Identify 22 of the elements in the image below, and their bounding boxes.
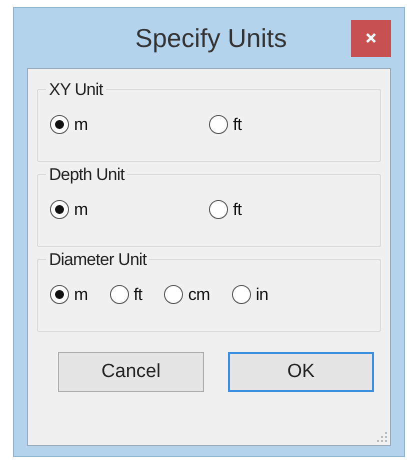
radio-button[interactable] <box>50 115 69 134</box>
resize-grip-icon <box>376 431 388 443</box>
dialog-button[interactable]: Cancel <box>58 352 204 392</box>
radio-button[interactable] <box>50 285 69 304</box>
window-title: Specify Units <box>134 22 287 54</box>
radio-button[interactable] <box>164 285 184 304</box>
radio-label: in <box>256 284 268 306</box>
radio-label: m <box>74 114 88 136</box>
radio-button[interactable] <box>209 200 228 220</box>
radio-button[interactable] <box>50 200 69 220</box>
radio-button[interactable] <box>209 115 228 134</box>
radio-label: cm <box>188 284 210 306</box>
radio-label: m <box>74 199 88 221</box>
radio-label: ft <box>233 199 242 221</box>
radio-button[interactable] <box>232 285 251 304</box>
close-button[interactable] <box>350 20 391 56</box>
radio-button[interactable] <box>110 285 129 304</box>
radio-label: ft <box>134 284 142 306</box>
close-icon <box>364 32 377 44</box>
radio-label: ft <box>233 114 242 136</box>
radio-label: m <box>74 284 88 306</box>
dialog-button[interactable]: OK <box>228 352 374 392</box>
